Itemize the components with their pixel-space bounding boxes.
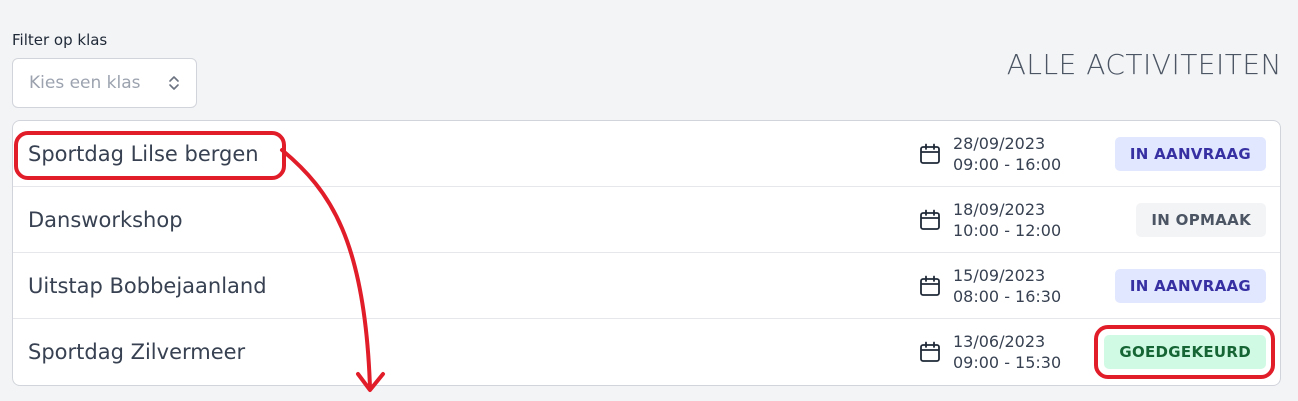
activity-date: 15/09/2023 xyxy=(953,265,1046,285)
status-badge: GOEDGEKEURD xyxy=(1104,335,1266,369)
page-title: ALLE ACTIVITEITEN xyxy=(1006,48,1282,81)
activity-row[interactable]: Sportdag Zilvermeer 13/06/2023 09:00 - 1… xyxy=(13,319,1280,385)
filter-label: Filter op klas xyxy=(12,31,108,49)
activity-name[interactable]: Sportdag Lilse bergen xyxy=(28,142,259,166)
calendar-icon xyxy=(920,143,940,164)
activity-time: 10:00 - 12:00 xyxy=(953,220,1062,240)
activity-row[interactable]: Dansworkshop 18/09/2023 10:00 - 12:00 IN… xyxy=(13,187,1280,253)
activity-name[interactable]: Uitstap Bobbejaanland xyxy=(28,274,267,298)
activity-time: 09:00 - 16:00 xyxy=(953,154,1062,174)
activity-datetime: 15/09/2023 08:00 - 16:30 xyxy=(953,265,1061,307)
activity-date: 13/06/2023 xyxy=(953,332,1046,351)
activity-name[interactable]: Sportdag Zilvermeer xyxy=(28,340,245,364)
activity-name[interactable]: Dansworkshop xyxy=(28,208,183,232)
activity-date: 28/09/2023 xyxy=(953,133,1046,153)
activity-time: 09:00 - 15:30 xyxy=(953,353,1062,372)
activity-datetime: 28/09/2023 09:00 - 16:00 xyxy=(953,133,1061,175)
activity-row[interactable]: Sportdag Lilse bergen 28/09/2023 09:00 -… xyxy=(13,121,1280,187)
calendar-icon xyxy=(920,209,940,230)
status-badge: IN OPMAAK xyxy=(1136,202,1266,237)
chevron-up-down-icon xyxy=(169,76,179,90)
activity-datetime: 13/06/2023 09:00 - 15:30 xyxy=(953,331,1061,373)
calendar-icon xyxy=(920,275,940,296)
activity-datetime: 18/09/2023 10:00 - 12:00 xyxy=(953,199,1061,241)
calendar-icon xyxy=(920,341,940,362)
class-select-placeholder: Kies een klas xyxy=(29,73,141,93)
activity-list: Sportdag Lilse bergen 28/09/2023 09:00 -… xyxy=(12,120,1281,386)
activity-row[interactable]: Uitstap Bobbejaanland 15/09/2023 08:00 -… xyxy=(13,253,1280,319)
class-select[interactable]: Kies een klas xyxy=(12,58,197,108)
activity-time: 08:00 - 16:30 xyxy=(953,286,1062,306)
activity-date: 18/09/2023 xyxy=(953,199,1046,219)
status-badge: IN AANVRAAG xyxy=(1114,136,1266,171)
status-badge: IN AANVRAAG xyxy=(1114,268,1266,303)
